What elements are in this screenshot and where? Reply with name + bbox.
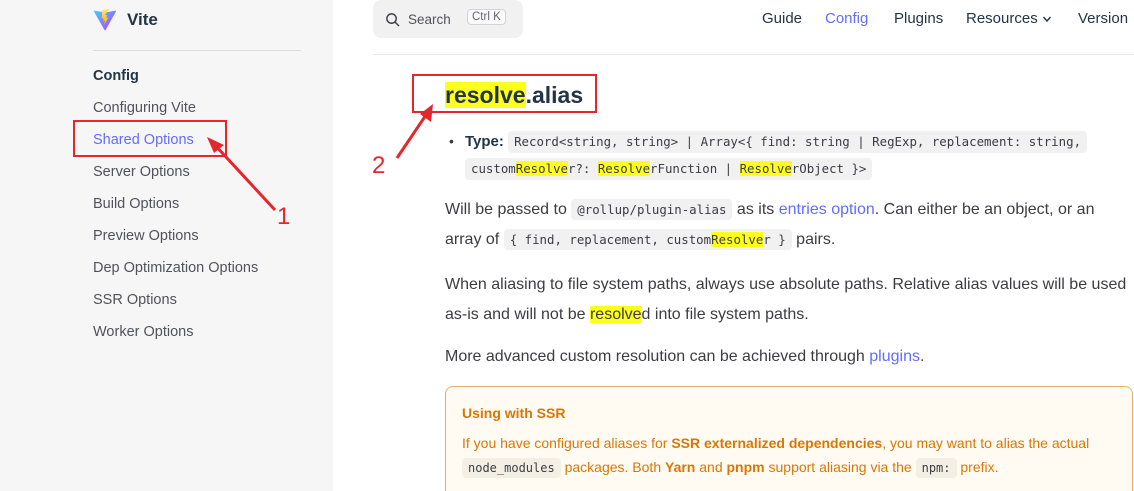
bullet-dot: • xyxy=(449,133,454,149)
nav-resources[interactable]: Resources xyxy=(966,10,1052,27)
sidebar-item-build-options[interactable]: Build Options xyxy=(93,196,179,212)
code-part: r } xyxy=(763,232,786,247)
type-code-line2: customResolver?: ResolverFunction | Reso… xyxy=(465,158,873,180)
type-code-highlight: Resolve xyxy=(739,161,792,176)
sidebar-section-title: Config xyxy=(93,68,139,84)
type-code-part: custom xyxy=(471,161,516,176)
type-code-highlight: Resolve xyxy=(515,161,568,176)
sidebar-item-server-options[interactable]: Server Options xyxy=(93,164,190,180)
annotation-number-1: 1 xyxy=(277,203,291,230)
text: and xyxy=(695,459,727,475)
type-code-part: rFunction | xyxy=(650,161,740,176)
text: packages. Both xyxy=(560,459,665,475)
text: . xyxy=(919,348,925,365)
nav-version[interactable]: Version xyxy=(1078,10,1128,27)
type-label: Type: xyxy=(465,133,504,150)
text: Will be passed to xyxy=(445,201,572,218)
type-code-part: r?: xyxy=(567,161,598,176)
type-code-part: rObject }> xyxy=(791,161,867,176)
text: , you may want to alias the actual xyxy=(882,435,1090,451)
text: d into file system paths. xyxy=(641,306,809,323)
vite-logo-icon xyxy=(93,8,117,31)
nav-config[interactable]: Config xyxy=(825,10,868,27)
text: prefix. xyxy=(956,459,999,475)
paragraph-absolute-paths: When aliasing to file system paths, alwa… xyxy=(445,270,1134,330)
code-part: { find, replacement, custom xyxy=(509,232,712,247)
ssr-warning-box: Using with SSR If you have configured al… xyxy=(445,386,1133,491)
top-navbar: Search Ctrl K Guide Config Plugins Resou… xyxy=(333,0,1134,40)
inline-code: @rollup/plugin-alias xyxy=(571,199,733,220)
ssr-externalized-link[interactable]: SSR externalized dependencies xyxy=(671,435,882,451)
ssr-warning-text: If you have configured aliases for SSR e… xyxy=(462,431,1116,480)
text: support aliasing via the xyxy=(764,459,916,475)
sidebar-divider xyxy=(93,50,301,51)
search-shortcut: Ctrl K xyxy=(467,9,506,25)
paragraph-entries: Will be passed to @rollup/plugin-alias a… xyxy=(445,195,1134,255)
type-code-line1: Record<string, string> | Array<{ find: s… xyxy=(508,131,1088,153)
text-highlight: resolve xyxy=(589,306,642,323)
search-label: Search xyxy=(408,11,451,27)
code-highlight: Resolve xyxy=(711,232,764,247)
sidebar-item-configuring-vite[interactable]: Configuring Vite xyxy=(93,100,196,116)
search-button[interactable]: Search Ctrl K xyxy=(373,0,523,38)
brand-name: Vite xyxy=(127,10,158,29)
arrow-2-line xyxy=(395,111,430,159)
text: pairs. xyxy=(791,231,836,248)
entries-option-link[interactable]: entries option xyxy=(779,201,875,218)
text: More advanced custom resolution can be a… xyxy=(445,348,870,365)
paragraph-plugins: More advanced custom resolution can be a… xyxy=(445,342,1134,372)
pnpm-link[interactable]: pnpm xyxy=(727,459,765,475)
header-divider xyxy=(373,54,1134,55)
sidebar-item-dep-optimization-options[interactable]: Dep Optimization Options xyxy=(93,260,258,276)
sidebar: Vite Config Configuring Vite Shared Opti… xyxy=(0,0,333,491)
text: If you have configured aliases for xyxy=(462,435,672,451)
logo[interactable]: Vite xyxy=(93,8,158,32)
annotation-box-shared-options xyxy=(73,120,227,157)
inline-code: node_modules xyxy=(462,458,561,478)
annotation-box-heading xyxy=(412,74,597,113)
type-code-highlight: Resolve xyxy=(597,161,651,176)
nav-resources-label: Resources xyxy=(966,10,1038,27)
text: as its xyxy=(732,201,779,218)
inline-code: { find, replacement, customResolver } xyxy=(503,229,792,250)
search-icon xyxy=(386,12,400,26)
type-definition: • Type: Record<string, string> | Array<{… xyxy=(449,128,1125,182)
sidebar-item-preview-options[interactable]: Preview Options xyxy=(93,228,199,244)
inline-code: npm: xyxy=(915,458,957,478)
plugins-link[interactable]: plugins xyxy=(869,348,920,365)
sidebar-item-ssr-options[interactable]: SSR Options xyxy=(93,292,177,308)
nav-plugins[interactable]: Plugins xyxy=(894,10,943,27)
nav-guide[interactable]: Guide xyxy=(762,10,802,27)
annotation-number-2: 2 xyxy=(372,152,386,179)
chevron-down-icon xyxy=(1042,16,1051,23)
yarn-link[interactable]: Yarn xyxy=(665,459,695,475)
ssr-warning-title: Using with SSR xyxy=(462,405,566,421)
sidebar-item-worker-options[interactable]: Worker Options xyxy=(93,324,193,340)
